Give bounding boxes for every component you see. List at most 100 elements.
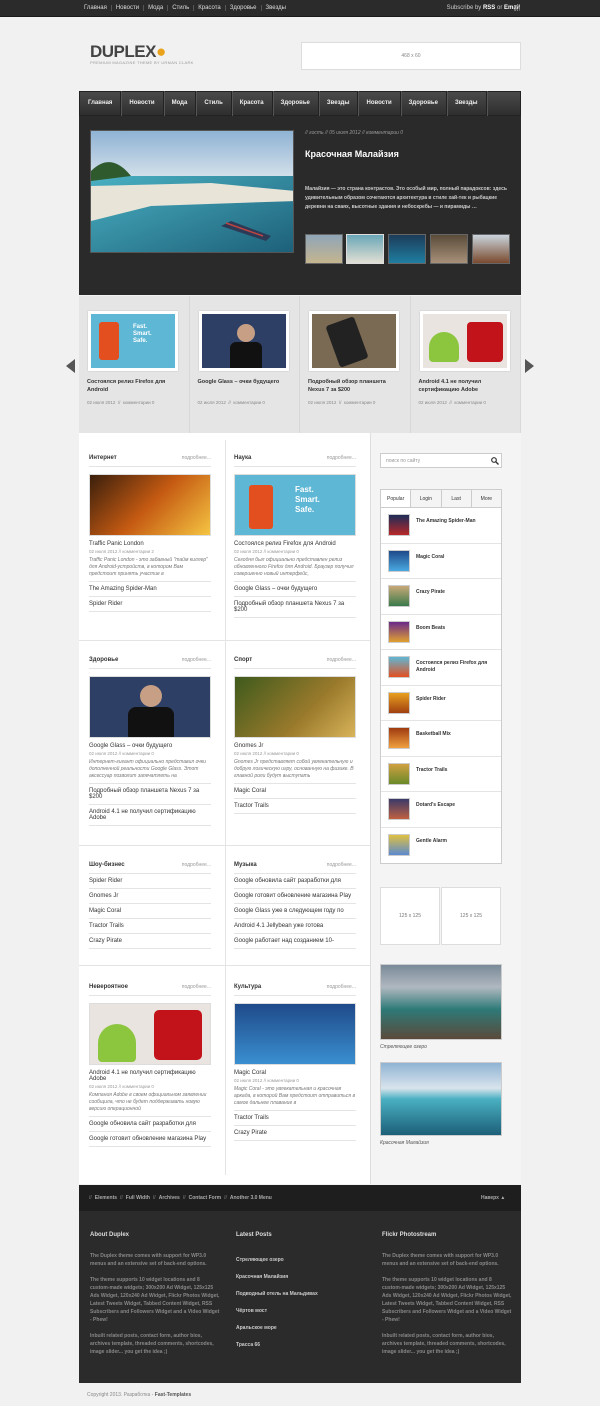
topnav-item[interactable]: Мода — [143, 5, 167, 11]
item-comments[interactable]: комментарии 0 — [122, 751, 154, 756]
rss-link[interactable]: RSS — [483, 5, 495, 11]
ad-125-left[interactable]: 125 x 125 — [380, 887, 440, 945]
firefox-image[interactable]: Fast. Smart. Safe. — [234, 474, 356, 536]
section-title[interactable]: Спорт — [234, 657, 252, 663]
section-title[interactable]: Здоровье — [89, 657, 118, 663]
item-comments[interactable]: комментарии 0 — [267, 751, 299, 756]
section-title[interactable]: Шоу-бизнес — [89, 862, 125, 868]
section-link[interactable]: Spider Rider — [89, 874, 211, 889]
carousel-title[interactable]: Android 4.1 не получил сертификацию Adob… — [419, 378, 511, 394]
rss-icon[interactable] — [514, 5, 520, 11]
footer-link[interactable]: Чёртов мост — [236, 1308, 366, 1314]
popular-title[interactable]: Crazy Pirate — [416, 589, 496, 596]
search-icon[interactable] — [491, 457, 499, 465]
section-title[interactable]: Наука — [234, 455, 251, 461]
section-link[interactable]: Magic Coral — [89, 904, 211, 919]
nav-item[interactable]: Красота — [232, 91, 273, 116]
carousel-item[interactable]: Fast. Smart. Safe. Состоялся релиз Firefox… — [79, 296, 190, 433]
section-link[interactable]: Android 4.1 Jellybean уже готова — [234, 919, 356, 934]
carousel-title[interactable]: Подробный обзор планшета Nexus 7 за $200 — [308, 378, 400, 394]
nav-item[interactable]: Звезды — [319, 91, 359, 116]
popular-title[interactable]: Basketball Mix — [416, 731, 496, 738]
popular-title[interactable]: Magic Coral — [416, 554, 496, 561]
item-title[interactable]: Android 4.1 не получил сертификацию Adob… — [89, 1070, 211, 1082]
carousel-comments[interactable]: комментарии 0 — [344, 400, 376, 405]
footer-link[interactable]: Подводный отель на Мальдивах — [236, 1291, 366, 1297]
google-glass-image[interactable] — [89, 676, 211, 738]
popular-title[interactable]: The Amazing Spider-Man — [416, 518, 496, 525]
section-link[interactable]: Tractor Trails — [234, 799, 356, 814]
slider-thumb[interactable] — [430, 234, 468, 264]
section-link[interactable]: Spider Rider — [89, 597, 211, 612]
featured-title[interactable]: Красочная Малайзия — [305, 149, 399, 159]
more-link[interactable]: подробнее... — [327, 862, 356, 868]
photo-caption[interactable]: Стреляющее озеро — [380, 1044, 427, 1050]
nav-item[interactable]: Стиль — [196, 91, 232, 116]
slider-thumb[interactable] — [388, 234, 426, 264]
footnav-item[interactable]: Elements — [95, 1195, 117, 1201]
back-to-top[interactable]: Наверх ▲ — [481, 1195, 505, 1201]
section-link[interactable]: Подробный обзор планшета Nexus 7 за $200 — [234, 597, 356, 618]
section-link[interactable]: Crazy Pirate — [89, 934, 211, 949]
section-link[interactable]: Magic Coral — [234, 783, 356, 799]
footer-link[interactable]: Стреляющее озеро — [236, 1257, 366, 1263]
popular-item[interactable]: Basketball Mix — [381, 721, 501, 757]
more-link[interactable]: подробнее... — [182, 984, 211, 990]
carousel-prev-arrow-icon[interactable] — [66, 359, 75, 373]
topnav-item[interactable]: Стиль — [167, 5, 193, 11]
topnav-item[interactable]: Главная — [84, 5, 111, 11]
section-link[interactable]: Gnomes Jr — [89, 889, 211, 904]
section-link[interactable]: Google работает над созданием 10- — [234, 934, 356, 949]
copyright-brand-link[interactable]: Fast-Templates — [155, 1392, 191, 1398]
slider-thumb[interactable] — [305, 234, 343, 264]
nav-item[interactable]: Звезды — [447, 91, 487, 116]
item-title[interactable]: Magic Coral — [234, 1070, 356, 1076]
search-input[interactable]: поиск по сайту — [380, 453, 502, 468]
sidebar-photo[interactable] — [380, 964, 502, 1040]
more-link[interactable]: подробнее... — [327, 984, 356, 990]
magic-coral-image[interactable] — [234, 1003, 356, 1065]
item-comments[interactable]: комментарии 0 — [267, 549, 299, 554]
nav-item[interactable]: Здоровье — [401, 91, 447, 116]
carousel-title[interactable]: Состоялся релиз Firefox для Android — [87, 378, 179, 394]
footer-link[interactable]: Трасса 66 — [236, 1342, 366, 1348]
tab-more[interactable]: More — [472, 490, 501, 507]
nav-item[interactable]: Новости — [358, 91, 401, 116]
popular-item[interactable]: The Amazing Spider-Man — [381, 508, 501, 544]
section-link[interactable]: Tractor Trails — [234, 1110, 356, 1126]
section-link[interactable]: Crazy Pirate — [234, 1126, 356, 1141]
section-link[interactable]: Android 4.1 не получил сертификацию Adob… — [89, 805, 211, 826]
slider-thumb[interactable] — [346, 234, 384, 264]
section-link[interactable]: Google готовит обновление магазина Play — [234, 889, 356, 904]
popular-item[interactable]: Spider Rider — [381, 686, 501, 721]
more-link[interactable]: подробнее... — [182, 657, 211, 663]
slider-thumb[interactable] — [472, 234, 510, 264]
tab-popular[interactable]: Popular — [381, 490, 412, 507]
popular-item[interactable]: Boom Beats — [381, 615, 501, 650]
item-title[interactable]: Gnomes Jr — [234, 743, 356, 749]
popular-item[interactable]: Состоялся релиз Firefox для Android — [381, 650, 501, 686]
carousel-next-arrow-icon[interactable] — [525, 359, 534, 373]
section-link[interactable]: Подробный обзор планшета Nexus 7 за $200 — [89, 783, 211, 805]
nav-item[interactable]: Главная — [80, 91, 122, 116]
site-logo[interactable]: DUPLEX● — [90, 42, 166, 62]
traffic-panic-image[interactable] — [89, 474, 211, 536]
topnav-item[interactable]: Звезды — [260, 5, 290, 11]
nav-item[interactable]: Новости — [121, 91, 164, 116]
section-link[interactable]: The Amazing Spider-Man — [89, 581, 211, 597]
section-title[interactable]: Культура — [234, 984, 261, 990]
more-link[interactable]: подробнее... — [182, 455, 211, 461]
popular-title[interactable]: Spider Rider — [416, 696, 496, 703]
popular-title[interactable]: Состоялся релиз Firefox для Android — [416, 660, 496, 674]
ad-125-right[interactable]: 125 x 125 — [441, 887, 501, 945]
carousel-comments[interactable]: комментарии 0 — [233, 400, 265, 405]
popular-item[interactable]: Magic Coral — [381, 544, 501, 579]
photo-caption[interactable]: Красочная Малайзия — [380, 1140, 429, 1146]
featured-image[interactable] — [90, 130, 294, 253]
popular-item[interactable]: Crazy Pirate — [381, 579, 501, 615]
footer-link[interactable]: Аральское море — [236, 1325, 366, 1331]
item-comments[interactable]: комментарии 2 — [122, 549, 154, 554]
banner-ad[interactable]: 468 x 60 — [301, 42, 521, 70]
nav-item[interactable]: Мода — [164, 91, 197, 116]
gnomes-image[interactable] — [234, 676, 356, 738]
